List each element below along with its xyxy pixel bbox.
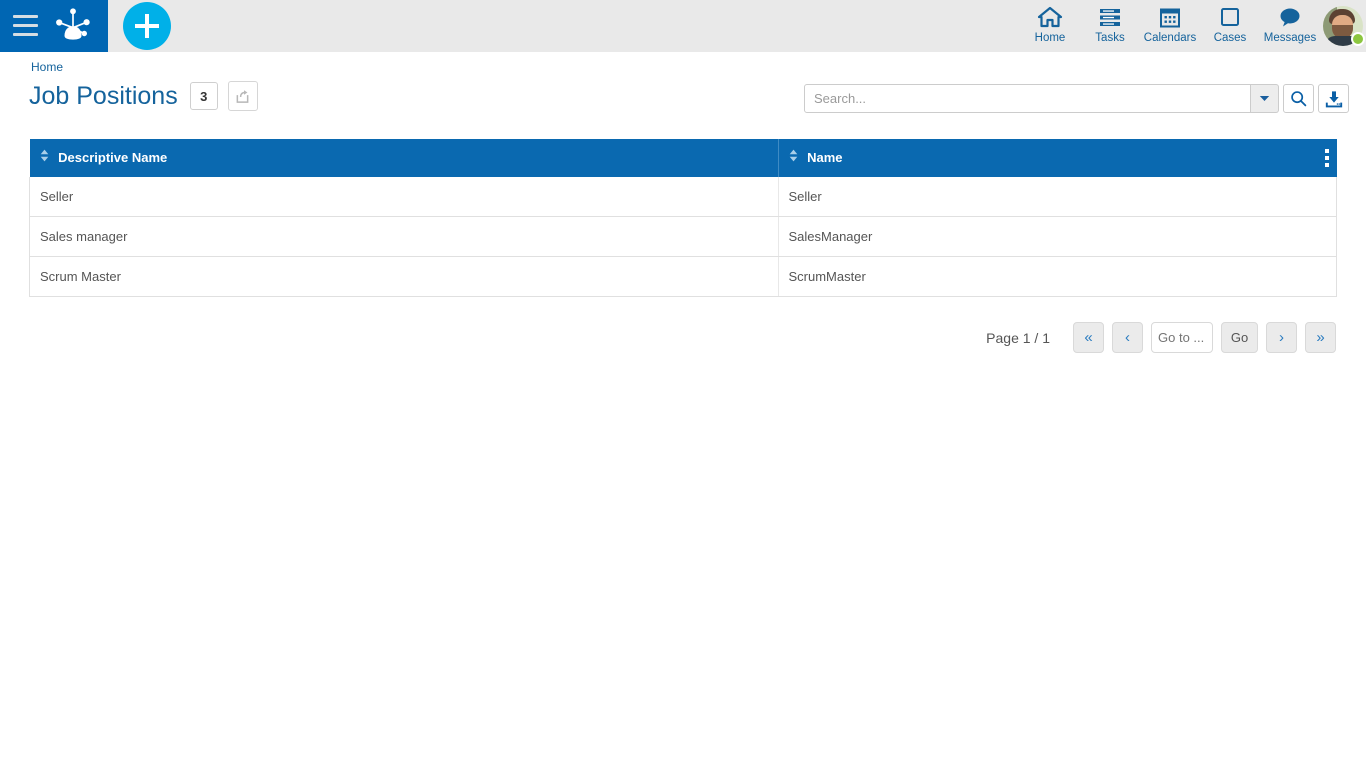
nav-item-home[interactable]: Home — [1020, 0, 1080, 52]
nav-label-messages: Messages — [1263, 32, 1317, 44]
top-nav: Home Tasks Calendars Cases Messages — [1020, 0, 1366, 52]
table-header-row: Descriptive Name Name — [29, 139, 1337, 177]
chevron-down-glyph — [1259, 96, 1270, 101]
hamburger-bar — [13, 24, 38, 27]
cell-descriptive-name[interactable]: Sales manager — [29, 216, 778, 257]
nav-item-calendars[interactable]: Calendars — [1140, 0, 1200, 52]
kebab-dot — [1324, 149, 1329, 153]
search-input[interactable] — [804, 84, 1251, 113]
share-export-icon[interactable] — [227, 81, 258, 111]
nav-label-tasks: Tasks — [1095, 32, 1125, 44]
cell-descriptive-name[interactable]: Scrum Master — [29, 256, 778, 297]
table-body: Seller Seller Sales manager SalesManager… — [29, 177, 1337, 297]
column-header-label: Descriptive Name — [58, 149, 168, 165]
tasks-icon — [1098, 5, 1122, 29]
kebab-menu-icon[interactable] — [1324, 149, 1329, 167]
sort-updown-icon[interactable] — [40, 149, 49, 165]
next-page-button[interactable]: › — [1266, 322, 1297, 353]
cell-descriptive-name[interactable]: Seller — [29, 177, 778, 217]
search-button[interactable] — [1283, 84, 1314, 113]
nav-item-messages[interactable]: Messages — [1260, 0, 1320, 52]
kebab-dot — [1324, 156, 1329, 160]
sort-updown-icon[interactable] — [789, 149, 798, 165]
table-row[interactable]: Sales manager SalesManager — [29, 216, 1337, 257]
column-header-name[interactable]: Name — [777, 139, 1337, 177]
top-bar: Home Tasks Calendars Cases Messages — [0, 0, 1366, 52]
calendar-icon — [1159, 5, 1181, 29]
page-indicator: Page 1 / 1 — [986, 329, 1050, 346]
column-header-label: Name — [807, 149, 843, 165]
home-icon — [1037, 5, 1063, 29]
job-positions-table: Descriptive Name Name Seller Seller Sale… — [29, 139, 1337, 297]
nav-item-tasks[interactable]: Tasks — [1080, 0, 1140, 52]
share-export-glyph — [236, 89, 249, 103]
chat-bubble-icon — [1278, 5, 1302, 29]
plus-icon[interactable] — [123, 2, 171, 50]
cell-name[interactable]: SalesManager — [777, 216, 1337, 257]
page-title: Job Positions — [29, 82, 178, 110]
import-button[interactable] — [1318, 84, 1349, 113]
table-row[interactable]: Scrum Master ScrumMaster — [29, 256, 1337, 297]
kebab-dot — [1324, 163, 1329, 167]
record-count-badge[interactable]: 3 — [189, 82, 218, 110]
brand-block — [0, 0, 108, 52]
status-online-indicator — [1351, 32, 1365, 46]
last-page-button[interactable]: » — [1305, 322, 1336, 353]
hamburger-bar — [13, 33, 38, 36]
title-row: Job Positions 3 — [29, 81, 258, 111]
breadcrumb-item-home[interactable]: Home — [31, 60, 63, 74]
cell-name[interactable]: Seller — [777, 177, 1337, 217]
hamburger-icon[interactable] — [13, 15, 38, 36]
sort-updown-glyph — [40, 149, 48, 162]
table-head: Descriptive Name Name — [29, 139, 1337, 177]
goto-page-input[interactable] — [1151, 322, 1213, 353]
frog-footprint-logo-svg — [56, 8, 90, 40]
nav-label-home: Home — [1034, 32, 1066, 44]
chevron-down-icon[interactable] — [1251, 84, 1279, 113]
avatar[interactable] — [1320, 0, 1366, 52]
download-import-icon — [1325, 90, 1342, 107]
square-icon — [1219, 5, 1241, 29]
frog-footprint-logo[interactable] — [54, 8, 92, 44]
sort-updown-glyph — [789, 149, 797, 162]
cell-name[interactable]: ScrumMaster — [777, 256, 1337, 297]
pagination: Page 1 / 1 « ‹ Go › » — [986, 322, 1336, 353]
breadcrumb[interactable]: Home — [31, 60, 63, 74]
hamburger-bar — [13, 15, 38, 18]
nav-label-cases: Cases — [1213, 32, 1247, 44]
column-header-descriptive-name[interactable]: Descriptive Name — [29, 139, 778, 177]
search-area — [804, 84, 1349, 113]
magnifier-icon — [1291, 91, 1307, 107]
go-button[interactable]: Go — [1221, 322, 1258, 353]
nav-label-calendars: Calendars — [1143, 32, 1197, 44]
nav-item-cases[interactable]: Cases — [1200, 0, 1260, 52]
first-page-button[interactable]: « — [1073, 322, 1104, 353]
data-grid: Descriptive Name Name Seller Seller Sale… — [29, 139, 1337, 297]
previous-page-button[interactable]: ‹ — [1112, 322, 1143, 353]
table-row[interactable]: Seller Seller — [29, 177, 1337, 217]
